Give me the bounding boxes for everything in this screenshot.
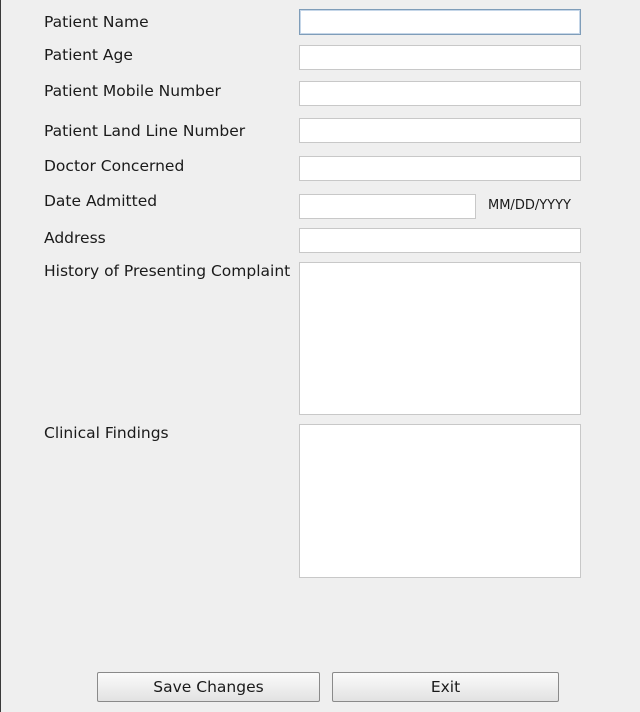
clinical-findings-textarea[interactable] [299, 424, 581, 578]
doctor-concerned-label: Doctor Concerned [44, 157, 185, 175]
save-changes-button[interactable]: Save Changes [97, 672, 320, 702]
patient-name-input[interactable] [299, 9, 581, 35]
patient-landline-input[interactable] [299, 118, 581, 143]
address-label: Address [44, 229, 106, 247]
window-left-border [0, 0, 1, 712]
history-textarea[interactable] [299, 262, 581, 415]
date-format-hint: MM/DD/YYYY [488, 198, 571, 213]
date-admitted-label: Date Admitted [44, 192, 158, 210]
patient-mobile-label: Patient Mobile Number [44, 82, 221, 100]
patient-age-label: Patient Age [44, 46, 133, 64]
patient-mobile-input[interactable] [299, 81, 581, 106]
exit-button[interactable]: Exit [332, 672, 559, 702]
doctor-concerned-input[interactable] [299, 156, 581, 181]
patient-landline-label: Patient Land Line Number [44, 122, 246, 140]
patient-age-input[interactable] [299, 45, 581, 70]
date-admitted-input[interactable] [299, 194, 476, 219]
history-label: History of Presenting Complaint [44, 262, 291, 280]
address-input[interactable] [299, 228, 581, 253]
patient-name-label: Patient Name [44, 13, 149, 31]
clinical-findings-label: Clinical Findings [44, 424, 169, 442]
